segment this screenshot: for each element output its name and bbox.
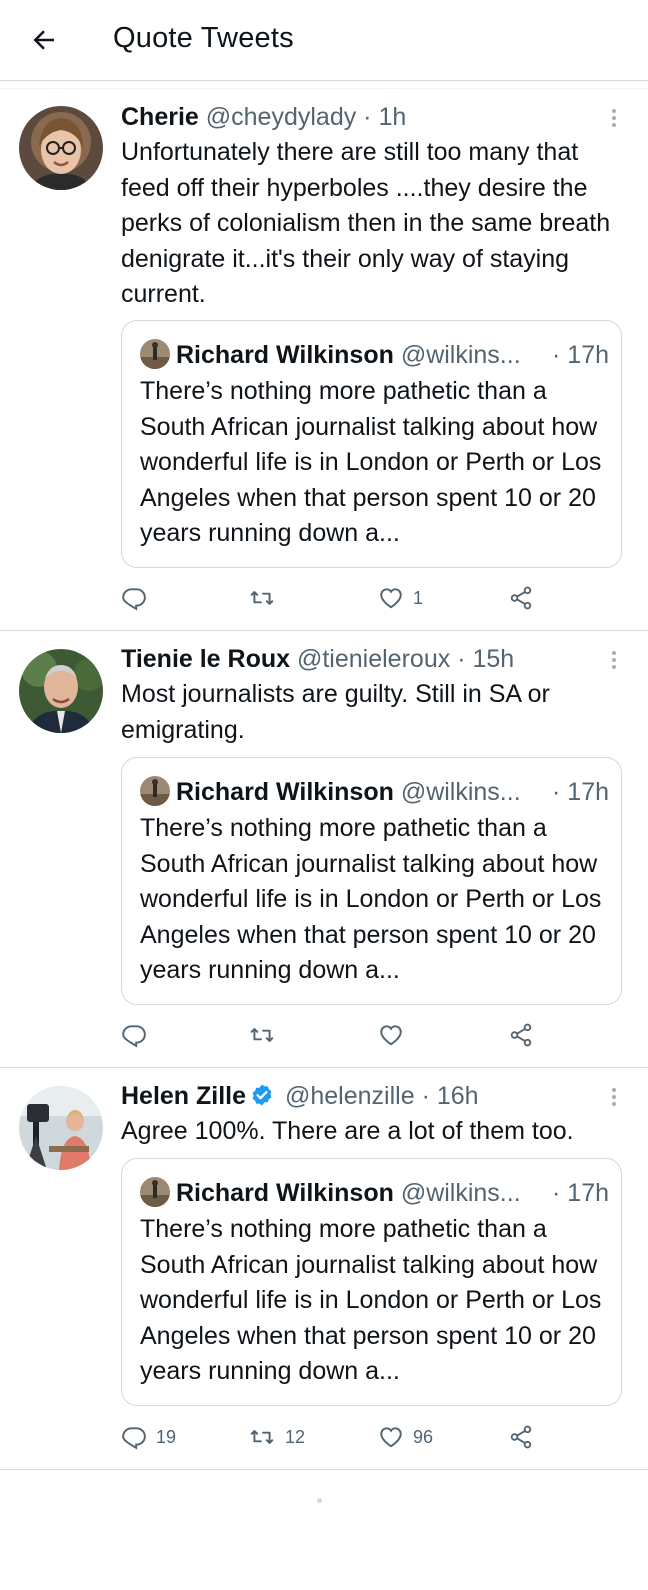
retweet-count: 12 xyxy=(285,1426,306,1447)
quoted-tweet-time: · 17h xyxy=(552,1179,609,1207)
quoted-author-name: Richard Wilkinson xyxy=(176,341,394,369)
author-handle[interactable]: @helenzille xyxy=(285,1082,415,1110)
tweet-header: Helen Zille @helenzille · 16h xyxy=(121,1079,608,1113)
share-button[interactable] xyxy=(508,581,534,615)
page-title: Quote Tweets xyxy=(113,22,294,54)
quoted-avatar xyxy=(140,339,170,369)
more-dot xyxy=(612,1102,616,1106)
header-divider xyxy=(0,80,648,81)
quoted-author-name: Richard Wilkinson xyxy=(176,778,394,806)
reply-button[interactable] xyxy=(121,581,156,615)
reply-button[interactable] xyxy=(121,1018,156,1052)
retweet-button[interactable] xyxy=(248,1018,285,1052)
back-button[interactable] xyxy=(26,22,62,58)
tweet-item[interactable]: Helen Zille @helenzille · 16h Agree 100%… xyxy=(0,1068,648,1470)
more-dot xyxy=(612,665,616,669)
tweet-header: Cherie @cheydylady · 1h xyxy=(121,100,608,134)
quoted-tweet-time: · 17h xyxy=(552,778,609,806)
author-name[interactable]: Helen Zille xyxy=(121,1082,246,1110)
verified-badge-icon xyxy=(252,1084,272,1106)
tweet-text: Unfortunately there are still too many t… xyxy=(121,138,611,308)
share-icon xyxy=(510,1023,532,1047)
tweet-actions xyxy=(121,1018,541,1052)
more-dot xyxy=(612,1095,616,1099)
more-options-button[interactable] xyxy=(610,1085,618,1109)
quoted-author-handle: @wilkins... xyxy=(400,341,521,369)
like-button[interactable]: 1 xyxy=(378,581,423,615)
retweet-icon xyxy=(250,1028,274,1042)
like-button[interactable] xyxy=(378,1018,413,1052)
top-app-bar: Quote Tweets xyxy=(0,0,648,89)
like-count: 96 xyxy=(413,1426,434,1447)
author-handle[interactable]: @cheydylady xyxy=(206,103,356,131)
heart-icon xyxy=(380,1427,402,1448)
tweet-time[interactable]: · 16h xyxy=(422,1082,479,1110)
reply-icon xyxy=(122,588,146,611)
more-dot xyxy=(612,123,616,127)
tweet-actions: 19 12 96 xyxy=(121,1420,541,1454)
quoted-tweet-card[interactable]: Richard Wilkinson @wilkins... · 17h Ther… xyxy=(121,320,622,568)
tweet-time[interactable]: · 1h xyxy=(363,103,406,131)
more-dot xyxy=(612,116,616,120)
tweet-item[interactable]: Cherie @cheydylady · 1h Unfortunately th… xyxy=(0,89,648,631)
retweet-icon xyxy=(250,1430,274,1444)
tweet-header: Tienie le Roux @tienieleroux · 15h xyxy=(121,642,608,676)
quoted-tweet-text: There’s nothing more pathetic than a Sou… xyxy=(140,377,602,547)
quoted-tweet-header: Richard Wilkinson @wilkins... · 17h xyxy=(140,1176,609,1210)
tweet-item[interactable]: Tienie le Roux @tienieleroux · 15h Most … xyxy=(0,631,648,1068)
quoted-avatar xyxy=(140,1177,170,1207)
author-name[interactable]: Tienie le Roux xyxy=(121,645,290,673)
quoted-tweet-text: There’s nothing more pathetic than a Sou… xyxy=(140,1215,602,1385)
avatar[interactable] xyxy=(19,1086,103,1170)
share-icon xyxy=(510,1425,532,1449)
quoted-avatar xyxy=(140,776,170,806)
more-dot xyxy=(612,658,616,662)
author-handle[interactable]: @tienieleroux xyxy=(297,645,450,673)
quoted-tweet-header: Richard Wilkinson @wilkins... · 17h xyxy=(140,775,609,809)
more-dot xyxy=(612,1088,616,1092)
heart-icon xyxy=(380,588,402,609)
more-options-button[interactable] xyxy=(610,106,618,130)
retweet-button[interactable]: 12 xyxy=(248,1420,305,1454)
tweet-text: Agree 100%. There are a lot of them too. xyxy=(121,1117,574,1145)
like-count: 1 xyxy=(413,587,424,608)
loading-indicator xyxy=(317,1498,322,1503)
reply-count: 19 xyxy=(156,1426,177,1447)
tweet-actions: 1 xyxy=(121,581,541,615)
quoted-author-handle: @wilkins... xyxy=(400,1179,521,1207)
more-dot xyxy=(612,109,616,113)
reply-icon xyxy=(122,1025,146,1048)
avatar[interactable] xyxy=(19,649,103,733)
more-dot xyxy=(612,651,616,655)
share-button[interactable] xyxy=(508,1018,534,1052)
heart-icon xyxy=(380,1025,402,1046)
quoted-tweet-header: Richard Wilkinson @wilkins... · 17h xyxy=(140,338,609,372)
reply-icon xyxy=(122,1427,146,1450)
quoted-tweet-text: There’s nothing more pathetic than a Sou… xyxy=(140,814,602,984)
retweet-icon xyxy=(250,591,274,605)
retweet-button[interactable] xyxy=(248,581,285,615)
quoted-tweet-card[interactable]: Richard Wilkinson @wilkins... · 17h Ther… xyxy=(121,1158,622,1406)
arrow-left-icon xyxy=(33,30,54,50)
like-button[interactable]: 96 xyxy=(378,1420,433,1454)
share-icon xyxy=(510,586,532,610)
share-button[interactable] xyxy=(508,1420,534,1454)
reply-button[interactable]: 19 xyxy=(121,1420,176,1454)
avatar[interactable] xyxy=(19,106,103,190)
quoted-author-name: Richard Wilkinson xyxy=(176,1179,394,1207)
tweet-time[interactable]: · 15h xyxy=(457,645,514,673)
tweet-text: Most journalists are guilty. Still in SA… xyxy=(121,680,550,744)
more-options-button[interactable] xyxy=(610,648,618,672)
author-name[interactable]: Cherie xyxy=(121,103,199,131)
quoted-tweet-card[interactable]: Richard Wilkinson @wilkins... · 17h Ther… xyxy=(121,757,622,1005)
quoted-author-handle: @wilkins... xyxy=(400,778,521,806)
quoted-tweet-time: · 17h xyxy=(552,341,609,369)
